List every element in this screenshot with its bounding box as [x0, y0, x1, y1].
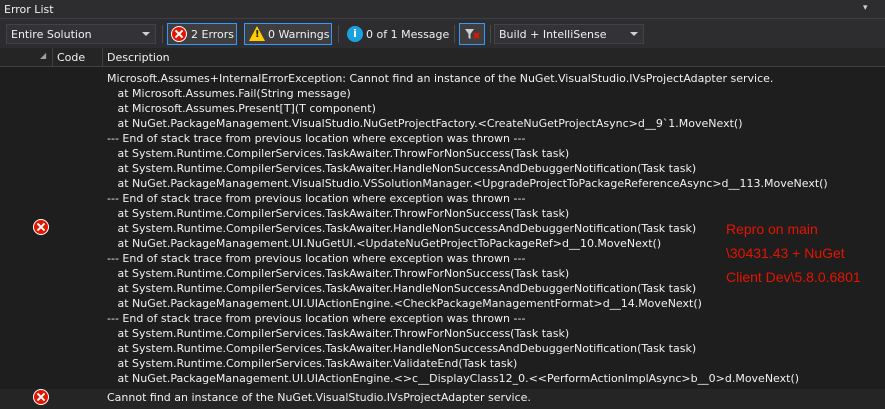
errors-filter-button[interactable]: 2 Errors — [167, 23, 237, 45]
annotation-line: Client Dev\5.8.0.6801 — [726, 269, 861, 285]
error-icon — [171, 26, 187, 42]
warnings-filter-button[interactable]: ! 0 Warnings — [244, 23, 332, 45]
annotation-line: Repro on main — [726, 221, 818, 237]
annotation-line: \30431.43 + NuGet — [726, 245, 845, 261]
error-description: Cannot find an instance of the NuGet.Vis… — [107, 391, 531, 404]
chevron-down-icon — [142, 32, 150, 36]
sort-icon[interactable]: ◢ — [40, 51, 46, 60]
toolbar-divider — [338, 25, 339, 43]
column-divider[interactable] — [102, 48, 103, 66]
build-filter-value: Build + IntelliSense — [499, 28, 607, 41]
toolbar-divider — [490, 25, 491, 43]
window-menu-icon[interactable]: ▾ — [863, 3, 868, 13]
warning-icon: ! — [249, 26, 265, 41]
column-header-description[interactable]: Description — [107, 51, 170, 64]
filter-clear-icon — [465, 29, 480, 39]
error-icon — [33, 219, 49, 235]
error-icon — [33, 389, 49, 405]
scope-value: Entire Solution — [11, 28, 92, 41]
clear-filter-button[interactable] — [459, 23, 485, 45]
error-list-titlebar: Error List ▾ — [0, 0, 885, 19]
toolbar-divider — [454, 25, 455, 43]
table-row[interactable]: Cannot find an instance of the NuGet.Vis… — [0, 389, 885, 409]
window-title: Error List — [4, 3, 54, 16]
messages-filter-label: 0 of 1 Message — [366, 28, 450, 41]
column-divider[interactable] — [52, 48, 53, 66]
build-filter-dropdown[interactable]: Build + IntelliSense — [494, 24, 644, 44]
errors-filter-label: 2 Errors — [191, 28, 235, 41]
column-header-row: ◢ Code Description — [0, 48, 885, 67]
scope-dropdown[interactable]: Entire Solution — [6, 24, 156, 44]
chevron-down-icon — [630, 32, 638, 36]
warnings-filter-label: 0 Warnings — [268, 28, 330, 41]
column-header-code[interactable]: Code — [57, 51, 85, 64]
error-list-toolbar: Entire Solution 2 Errors ! 0 Warnings i … — [0, 19, 885, 48]
toolbar-divider — [162, 25, 163, 43]
repro-annotation: Repro on main \30431.43 + NuGet Client D… — [726, 217, 861, 289]
error-description: Microsoft.Assumes+InternalErrorException… — [107, 72, 828, 385]
messages-filter-button[interactable]: i 0 of 1 Message — [343, 23, 449, 45]
info-icon: i — [347, 26, 363, 42]
